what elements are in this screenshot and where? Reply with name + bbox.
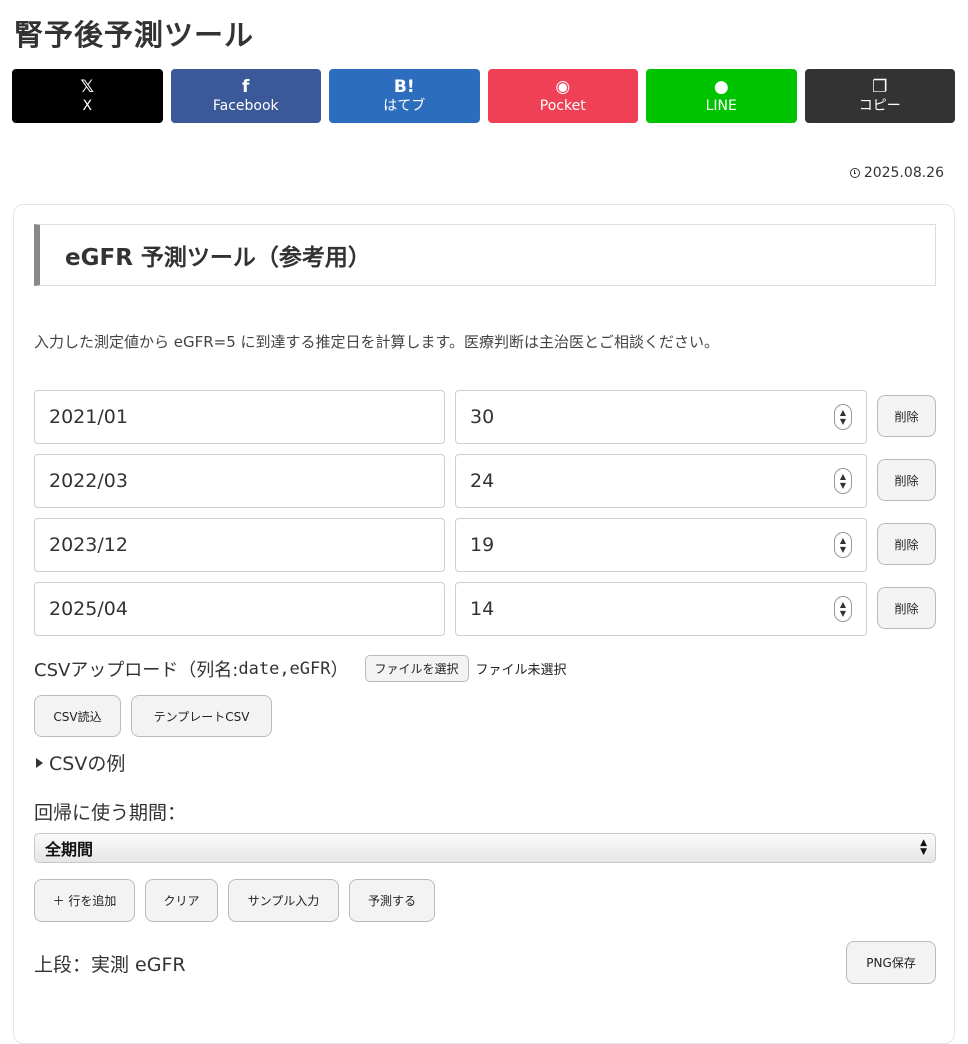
add-row-button[interactable]: ＋ 行を追加 bbox=[34, 879, 135, 922]
share-line-button[interactable]: ● LINE bbox=[646, 69, 797, 123]
measurement-row: 2022/03 24 ▲ ▼ 削除 bbox=[34, 454, 936, 508]
delete-row-button[interactable]: 削除 bbox=[877, 395, 936, 437]
share-x-button[interactable]: 𝕏 X bbox=[12, 69, 163, 123]
x-icon: 𝕏 bbox=[80, 77, 95, 97]
stepper-icon[interactable]: ▲ ▼ bbox=[834, 596, 852, 622]
copy-icon: ❐ bbox=[872, 77, 888, 97]
egfr-input[interactable]: 19 ▲ ▼ bbox=[455, 518, 867, 572]
line-icon: ● bbox=[713, 77, 729, 97]
disclosure-triangle-icon bbox=[36, 757, 43, 768]
post-date: 2025.08.26 bbox=[849, 165, 944, 181]
period-label: 回帰に使う期間： bbox=[34, 802, 187, 824]
egfr-input[interactable]: 30 ▲ ▼ bbox=[455, 390, 867, 444]
tool-card: eGFR 予測ツール（参考用） 入力した測定値から eGFR=5 に到達する推定… bbox=[13, 204, 955, 1044]
stepper-icon[interactable]: ▲ ▼ bbox=[834, 468, 852, 494]
chart-label: 上段：実測 eGFR bbox=[34, 954, 186, 976]
select-arrows-icon: ▲ ▼ bbox=[920, 838, 927, 857]
share-pocket-button[interactable]: ◉ Pocket bbox=[487, 69, 638, 123]
facebook-icon: f bbox=[242, 77, 250, 97]
period-select[interactable]: 全期間 ▲ ▼ bbox=[34, 833, 936, 863]
pocket-icon: ◉ bbox=[555, 77, 571, 97]
stepper-icon[interactable]: ▲ ▼ bbox=[834, 404, 852, 430]
measurement-row: 2023/12 19 ▲ ▼ 削除 bbox=[34, 518, 936, 572]
share-bar: 𝕏 X f Facebook B! はてブ ◉ Pocket ● LINE ❐ … bbox=[12, 69, 955, 123]
share-pocket-label: Pocket bbox=[539, 98, 586, 114]
egfr-input[interactable]: 24 ▲ ▼ bbox=[455, 454, 867, 508]
template-csv-button[interactable]: テンプレートCSV bbox=[131, 695, 272, 737]
file-status: ファイル未選択 bbox=[475, 663, 567, 678]
share-hatena-label: はてブ bbox=[383, 98, 426, 114]
csv-load-button[interactable]: CSV読込 bbox=[34, 695, 121, 737]
clear-button[interactable]: クリア bbox=[145, 879, 218, 922]
clock-icon bbox=[849, 168, 860, 178]
csv-example-toggle[interactable]: CSVの例 bbox=[36, 749, 125, 776]
hatena-icon: B! bbox=[393, 77, 415, 97]
share-x-label: X bbox=[82, 98, 93, 114]
choose-file-button[interactable]: ファイルを選択 bbox=[364, 655, 469, 682]
share-copy-button[interactable]: ❐ コピー bbox=[804, 69, 955, 123]
predict-button[interactable]: 予測する bbox=[349, 879, 435, 922]
measurement-row: 2025/04 14 ▲ ▼ 削除 bbox=[34, 582, 936, 636]
post-date-text: 2025.08.26 bbox=[863, 165, 944, 181]
tool-heading: eGFR 予測ツール（参考用） bbox=[34, 224, 936, 286]
egfr-value: 14 bbox=[470, 598, 495, 620]
egfr-value: 19 bbox=[470, 534, 495, 556]
delete-row-button[interactable]: 削除 bbox=[877, 523, 936, 565]
egfr-value: 24 bbox=[470, 470, 495, 492]
date-input[interactable]: 2022/03 bbox=[34, 454, 445, 508]
share-line-label: LINE bbox=[705, 98, 737, 114]
egfr-value: 30 bbox=[470, 406, 495, 428]
measurement-row: 2021/01 30 ▲ ▼ 削除 bbox=[34, 390, 936, 444]
csv-upload: CSVアップロード（列名: date,eGFR ） ファイルを選択 ファイル未選… bbox=[34, 655, 567, 682]
share-hatena-button[interactable]: B! はてブ bbox=[329, 69, 480, 123]
share-copy-label: コピー bbox=[858, 98, 901, 114]
stepper-icon[interactable]: ▲ ▼ bbox=[834, 532, 852, 558]
egfr-input[interactable]: 14 ▲ ▼ bbox=[455, 582, 867, 636]
date-input[interactable]: 2025/04 bbox=[34, 582, 445, 636]
csv-label-columns: date,eGFR bbox=[238, 658, 331, 679]
share-facebook-label: Facebook bbox=[212, 98, 279, 114]
share-facebook-button[interactable]: f Facebook bbox=[170, 69, 321, 123]
page-title: 腎予後予測ツール bbox=[14, 18, 255, 52]
period-selected-value: 全期間 bbox=[45, 840, 94, 859]
date-input[interactable]: 2021/01 bbox=[34, 390, 445, 444]
csv-example-summary: CSVの例 bbox=[49, 753, 126, 775]
sample-input-button[interactable]: サンプル入力 bbox=[228, 879, 339, 922]
tool-description: 入力した測定値から eGFR=5 に到達する推定日を計算します。医療判断は主治医… bbox=[34, 333, 720, 351]
delete-row-button[interactable]: 削除 bbox=[877, 587, 936, 629]
png-save-button[interactable]: PNG保存 bbox=[846, 941, 936, 984]
date-input[interactable]: 2023/12 bbox=[34, 518, 445, 572]
csv-label-suffix: ） bbox=[330, 659, 349, 681]
csv-label-prefix: CSVアップロード（列名: bbox=[34, 659, 239, 681]
delete-row-button[interactable]: 削除 bbox=[877, 459, 936, 501]
